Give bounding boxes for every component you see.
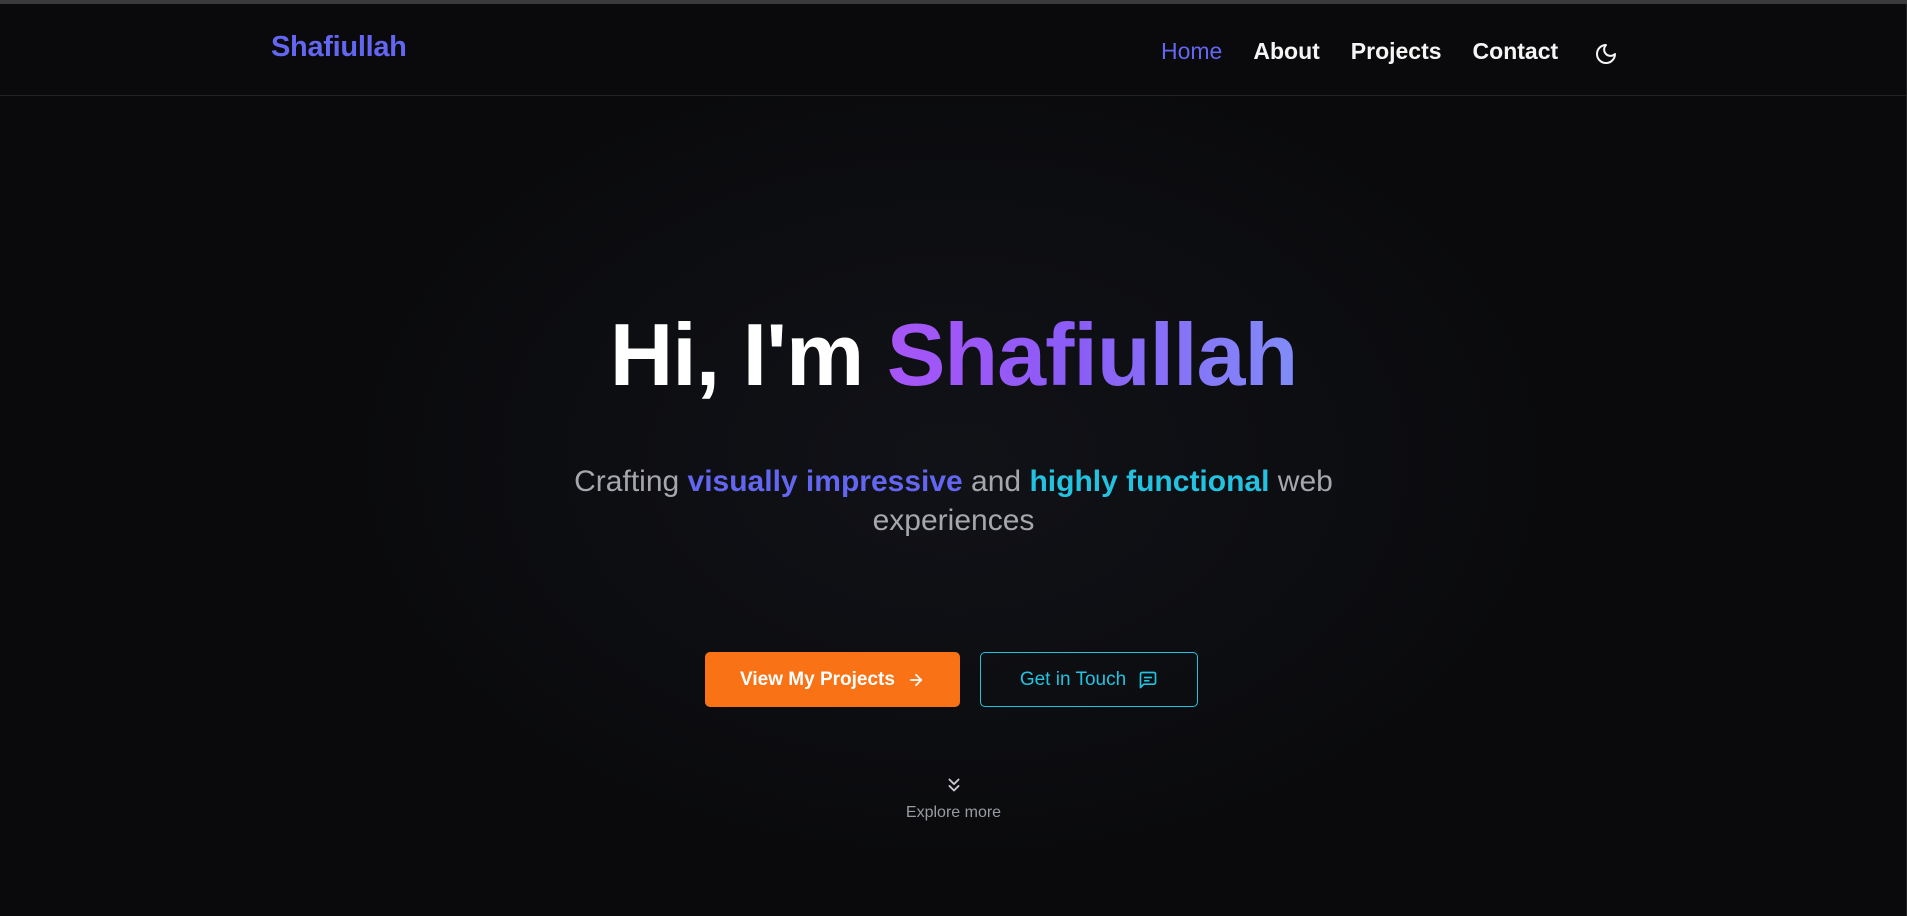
subtitle-text: web	[1277, 465, 1333, 498]
get-in-touch-button[interactable]: Get in Touch	[980, 652, 1198, 707]
nav-link-contact[interactable]: Contact	[1473, 38, 1559, 65]
navbar: Shafiullah Home About Projects Contact	[0, 4, 1907, 96]
subtitle-highlight-visual: visually impressive	[687, 465, 963, 498]
nav-link-projects[interactable]: Projects	[1351, 38, 1442, 65]
hero-greeting: Hi, I'm	[609, 305, 865, 404]
view-projects-button[interactable]: View My Projects	[705, 652, 960, 707]
hero-name: Shafiullah	[886, 305, 1298, 404]
nav-link-about[interactable]: About	[1253, 38, 1319, 65]
get-in-touch-label: Get in Touch	[1019, 668, 1127, 690]
explore-label: Explore more	[905, 804, 1002, 821]
explore-more[interactable]: Explore more	[0, 774, 1907, 822]
message-square-icon	[1139, 671, 1157, 688]
nav-links: Home About Projects Contact	[1161, 38, 1558, 65]
hero-subtitle: Crafting visually impressive and highly …	[0, 462, 1907, 540]
brand-logo[interactable]: Shafiullah	[271, 31, 407, 64]
theme-toggle-button[interactable]	[1592, 40, 1620, 68]
nav-link-home[interactable]: Home	[1161, 38, 1222, 65]
subtitle-highlight-functional: highly functional	[1029, 465, 1270, 498]
subtitle-text: Crafting	[574, 465, 680, 498]
page: Shafiullah Home About Projects Contact H…	[0, 0, 1907, 916]
subtitle-text: and	[971, 465, 1022, 498]
hero-title: Hi, I'm Shafiullah	[0, 304, 1907, 406]
chevrons-down-icon	[948, 778, 959, 792]
arrow-right-icon	[909, 673, 923, 686]
view-projects-label: View My Projects	[740, 668, 895, 690]
moon-icon	[1596, 44, 1616, 64]
subtitle-text: experiences	[872, 504, 1035, 537]
